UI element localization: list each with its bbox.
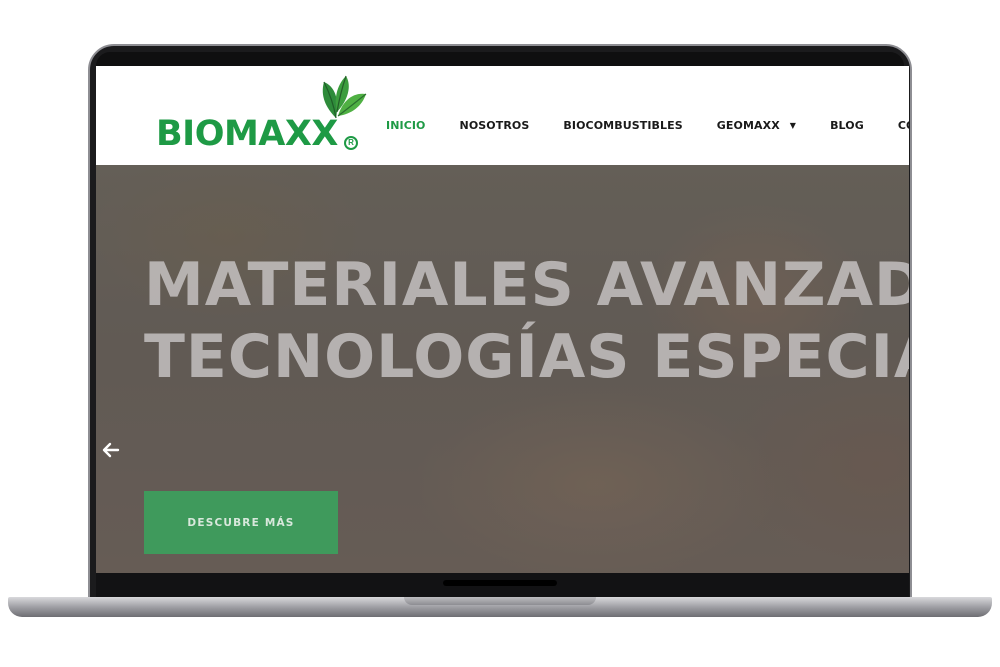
laptop-hinge <box>443 580 557 586</box>
site-header: BIOMAXX R INICIO NOSOTROS BIOCOMBUSTIBLE… <box>96 66 909 165</box>
nav-item-geomaxx[interactable]: GEOMAXX ▼ <box>717 119 796 132</box>
main-nav: INICIO NOSOTROS BIOCOMBUSTIBLES GEOMAXX … <box>386 115 909 135</box>
registered-mark: R <box>344 136 358 150</box>
hero-title: MATERIALES AVANZADO TECNOLOGÍAS ESPECIAL <box>144 249 909 393</box>
prev-slide-glyph <box>102 442 120 458</box>
laptop-screen: BIOMAXX R INICIO NOSOTROS BIOCOMBUSTIBLE… <box>96 66 909 573</box>
nav-item-nosotros[interactable]: NOSOTROS <box>460 119 530 132</box>
hero-title-line-1: MATERIALES AVANZADO <box>144 250 909 320</box>
arrow-left-icon[interactable] <box>100 441 122 463</box>
hero-slider: MATERIALES AVANZADO TECNOLOGÍAS ESPECIAL… <box>96 165 909 573</box>
nav-item-contacto[interactable]: CO <box>898 119 909 132</box>
brand-logo[interactable]: BIOMAXX R <box>156 72 367 158</box>
nav-item-blog[interactable]: BLOG <box>830 119 864 132</box>
laptop-bezel <box>96 52 904 66</box>
nav-item-inicio[interactable]: INICIO <box>386 119 426 132</box>
hero-title-line-2: TECNOLOGÍAS ESPECIAL <box>144 322 909 392</box>
nav-item-biocombustibles[interactable]: BIOCOMBUSTIBLES <box>563 119 682 132</box>
brand-name: BIOMAXX <box>156 114 338 154</box>
caret-down-icon: ▼ <box>789 120 797 130</box>
descubre-mas-button[interactable]: DESCUBRE MÁS <box>144 491 338 554</box>
laptop-base-notch <box>404 597 596 605</box>
nav-item-geomaxx-label: GEOMAXX <box>716 118 780 132</box>
